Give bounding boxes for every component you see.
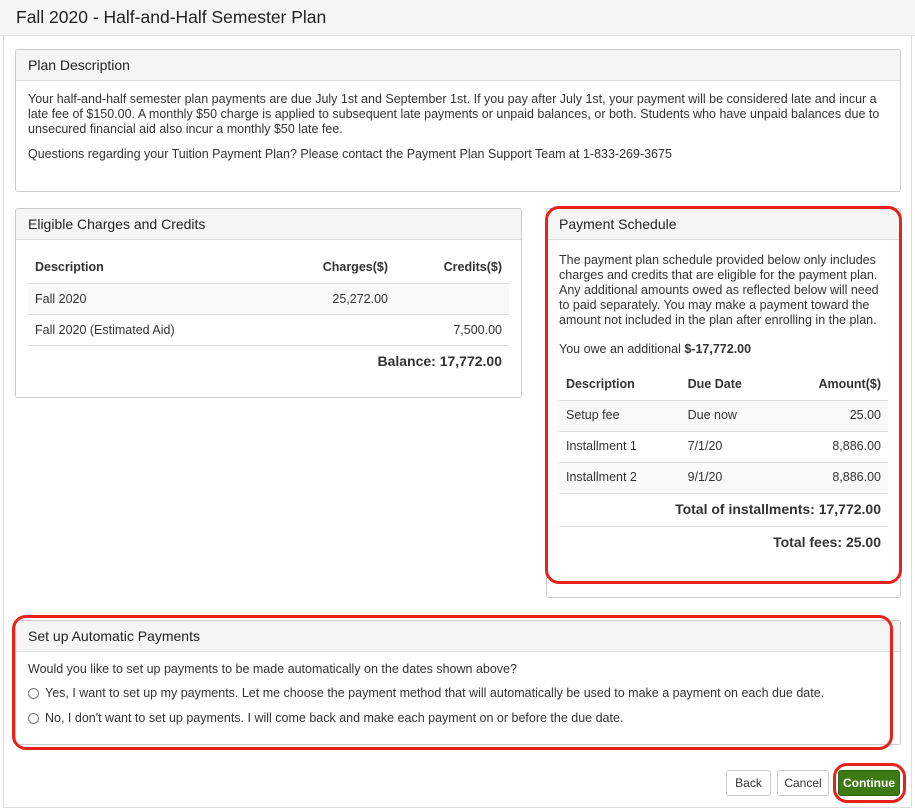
table-row: Fall 2020 (Estimated Aid) 7,500.00 [28,313,509,345]
automatic-payments-panel: Set up Automatic Payments Would you like… [15,620,901,745]
balance-total: Balance: 17,772.00 [28,344,509,376]
column-header-description: Description [566,376,635,391]
credit-amount [395,282,509,314]
schedule-table: Description Due Date Amount($) Setup fee… [559,369,888,559]
column-header-amount: Amount($) [818,376,882,391]
balance-row: Balance: 17,772.00 [28,344,509,376]
schedule-amount: 25.00 [778,399,888,431]
schedule-description: Installment 1 [559,430,681,462]
schedule-amount: 8,886.00 [778,461,888,493]
total-installments: Total of installments: 17,772.00 [559,492,888,526]
payment-schedule-panel: Payment Schedule The payment plan schedu… [546,208,901,598]
charge-amount: 25,272.00 [270,282,395,314]
column-header-description: Description [35,260,104,275]
auto-pay-yes-option[interactable]: Yes, I want to set up my payments. Let m… [28,685,888,701]
schedule-description: Setup fee [559,399,681,431]
cancel-button[interactable]: Cancel [777,770,829,796]
auto-pay-yes-label: Yes, I want to set up my payments. Let m… [45,685,825,700]
table-row: Fall 2020 25,272.00 [28,282,509,314]
column-header-charges: Charges($) [322,260,388,275]
credit-amount: 7,500.00 [395,313,509,345]
schedule-due-date: Due now [680,399,779,431]
total-installments-row: Total of installments: 17,772.00 [559,492,888,526]
table-row: Installment 2 9/1/20 8,886.00 [559,461,888,493]
automatic-payments-question: Would you like to set up payments to be … [28,662,517,676]
back-button[interactable]: Back [726,770,771,796]
charge-amount [270,313,395,345]
plan-description-text: Your half-and-half semester plan payment… [28,92,880,136]
charge-description: Fall 2020 (Estimated Aid) [28,313,271,345]
continue-button[interactable]: Continue [838,770,900,796]
auto-pay-yes-radio[interactable] [28,687,39,699]
schedule-description: Installment 2 [559,461,681,493]
charge-description: Fall 2020 [28,282,271,314]
auto-pay-no-option[interactable]: No, I don't want to set up payments. I w… [28,710,888,726]
total-fees-row: Total fees: 25.00 [559,525,888,559]
additional-owed-label: You owe an additional [559,342,685,356]
auto-pay-no-radio[interactable] [28,712,39,724]
column-header-due-date: Due Date [687,376,742,391]
additional-owed-amount: $-17,772.00 [684,342,752,356]
page-title-bar: Fall 2020 - Half-and-Half Semester Plan [0,0,915,36]
plan-support-contact: Questions regarding your Tuition Payment… [28,147,672,161]
table-row: Setup fee Due now 25.00 [559,399,888,431]
auto-pay-no-label: No, I don't want to set up payments. I w… [45,710,624,725]
automatic-payments-heading: Set up Automatic Payments [16,621,900,652]
payment-schedule-heading: Payment Schedule [547,209,900,240]
schedule-amount: 8,886.00 [778,430,888,462]
eligible-charges-heading: Eligible Charges and Credits [16,209,521,240]
column-header-credits: Credits($) [443,260,502,275]
page-title: Fall 2020 - Half-and-Half Semester Plan [16,7,327,27]
charges-table: Description Charges($) Credits($) Fall 2… [28,252,509,376]
payment-schedule-intro: The payment plan schedule provided below… [559,253,879,327]
plan-description-heading: Plan Description [16,50,900,81]
additional-owed: You owe an additional $-17,772.00 [559,342,888,357]
schedule-due-date: 9/1/20 [680,461,779,493]
schedule-due-date: 7/1/20 [680,430,779,462]
plan-description-panel: Plan Description Your half-and-half seme… [15,49,901,192]
table-row: Installment 1 7/1/20 8,886.00 [559,430,888,462]
total-fees: Total fees: 25.00 [559,525,888,559]
eligible-charges-panel: Eligible Charges and Credits Description… [15,208,522,398]
